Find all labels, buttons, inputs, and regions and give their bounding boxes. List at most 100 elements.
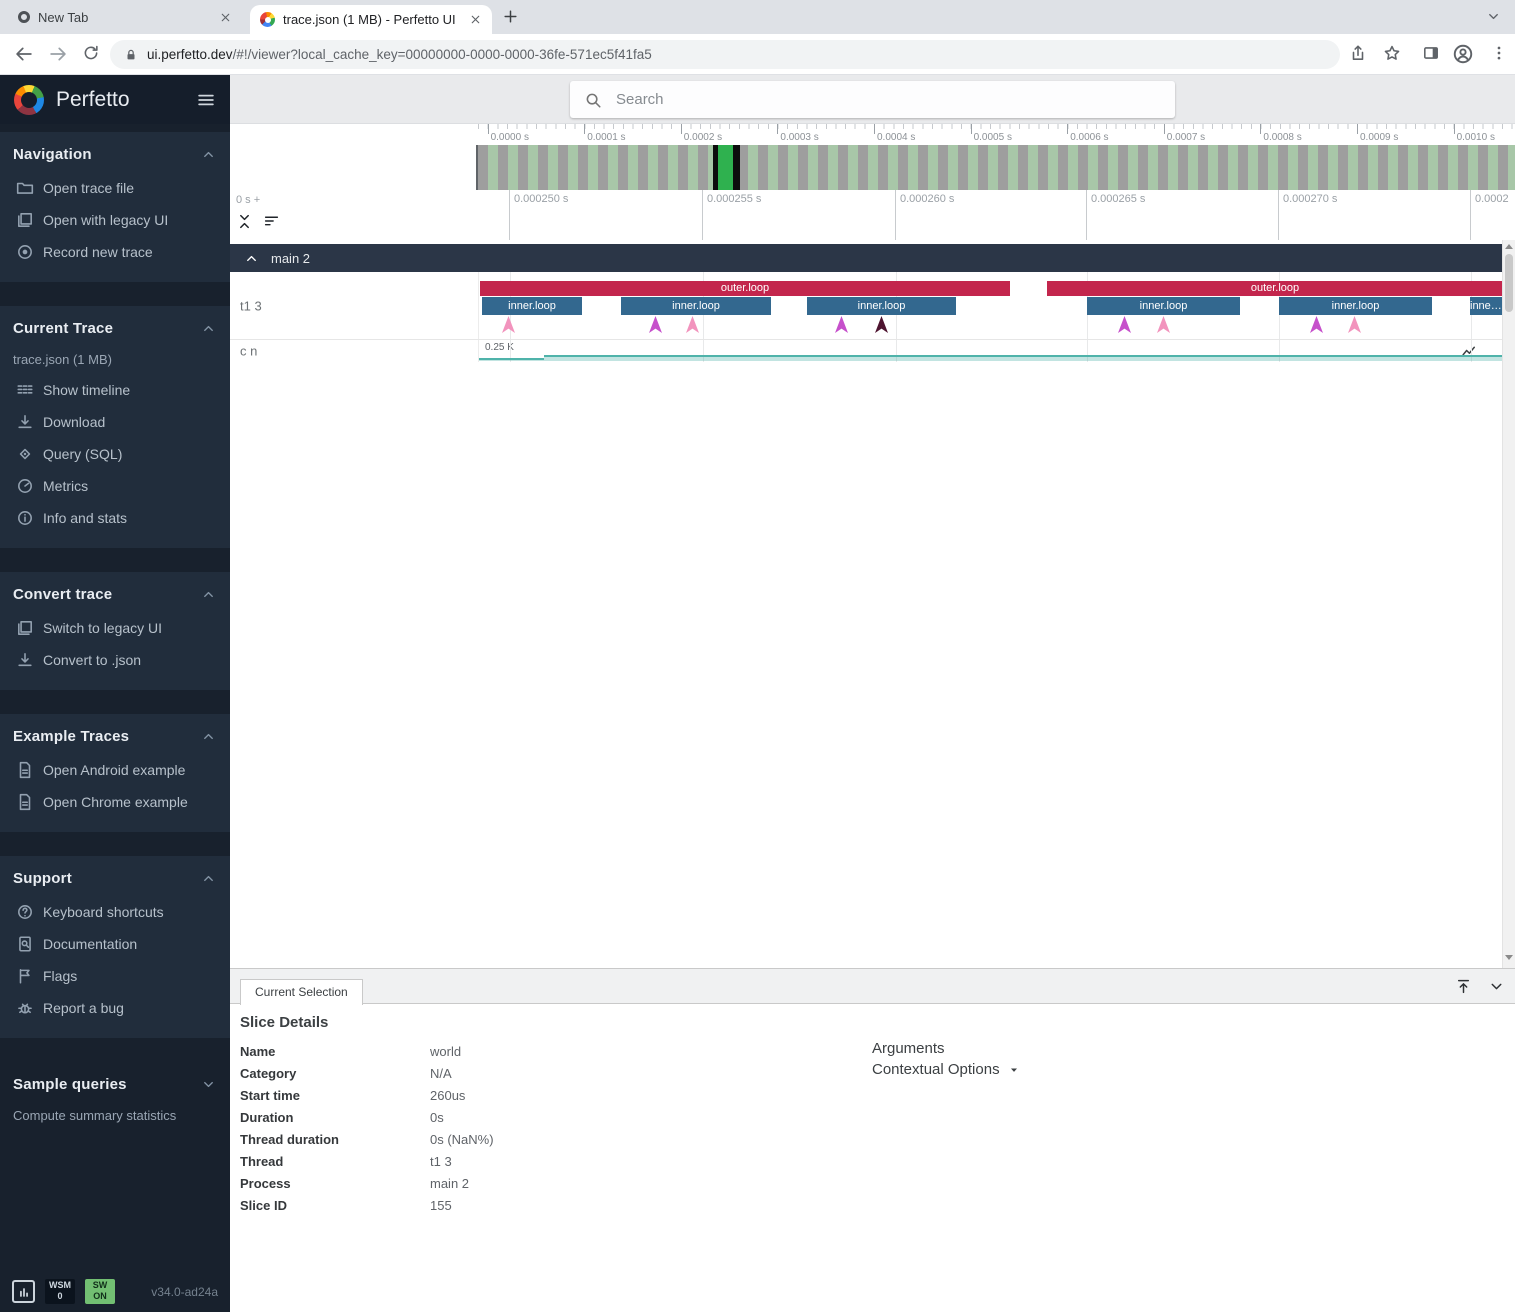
close-icon[interactable] [219,11,232,24]
sidebar-item-documentation[interactable]: Documentation [0,928,230,960]
tab-current-selection[interactable]: Current Selection [240,979,363,1005]
instant-marker-pink[interactable] [1157,316,1170,333]
chevron-down-icon[interactable] [201,1077,216,1092]
section-header-current-trace[interactable]: Current Trace [0,310,230,346]
kebab-menu-icon[interactable] [1490,44,1508,62]
sidebar-item-label: Info and stats [43,510,127,526]
minimap-selection[interactable] [713,145,740,190]
section-note[interactable]: Compute summary statistics [0,1102,230,1130]
instant-marker-pink[interactable] [1348,316,1361,333]
chevron-up-icon[interactable] [244,251,259,266]
sidebar-item-show-timeline[interactable]: Show timeline [0,374,230,406]
chevron-up-icon[interactable] [201,321,216,336]
refresh-icon[interactable] [82,44,100,62]
sidebar-item-metrics[interactable]: Metrics [0,470,230,502]
avatar-icon[interactable] [1452,43,1474,65]
sidebar-item-open-android-example[interactable]: Open Android example [0,754,230,786]
sidebar-item-keyboard-shortcuts[interactable]: Keyboard shortcuts [0,896,230,928]
slice-inner-loop[interactable]: inner.loop [482,297,582,315]
counter-segment[interactable] [544,355,1502,361]
scrollbar-up-icon[interactable] [1505,244,1513,249]
scroll-to-top-icon[interactable] [1455,978,1472,1000]
sidebar-item-report-a-bug[interactable]: Report a bug [0,992,230,1024]
collapse-panel-icon[interactable] [1488,978,1505,1000]
section-note[interactable]: trace.json (1 MB) [0,346,230,374]
slice-inner-loop[interactable]: inner.loop [1279,297,1432,315]
star-icon[interactable] [1383,44,1401,62]
timeline-minimap[interactable] [478,145,1515,190]
detail-row: Processmain 2 [240,1172,1515,1194]
chevron-up-icon[interactable] [201,729,216,744]
chevron-up-icon[interactable] [201,587,216,602]
new-tab-button[interactable] [502,8,519,25]
track-sort-icon[interactable] [263,213,280,235]
sidebar-item-record-new-trace[interactable]: Record new trace [0,236,230,268]
section-title: Convert trace [13,586,201,603]
instant-marker-selected[interactable] [875,316,888,333]
instant-marker-magenta[interactable] [1118,316,1131,333]
section-header-convert-trace[interactable]: Convert trace [0,576,230,612]
section-header-support[interactable]: Support [0,860,230,896]
side-panel-icon[interactable] [1422,44,1440,62]
thread-track-canvas[interactable]: outer.loopouter.loopinner.loopinner.loop… [478,272,1502,339]
section-header-sample-queries[interactable]: Sample queries [0,1066,230,1102]
back-icon[interactable] [14,44,34,64]
search-input[interactable] [616,91,1175,108]
time-labels-canvas: 0.000250 s0.000255 s0.000260 s0.000265 s… [478,190,1515,240]
chevron-up-icon[interactable] [201,871,216,886]
contextual-options-button[interactable]: Contextual Options [872,1061,1020,1078]
slice-outer-loop[interactable]: outer.loop [480,281,1010,296]
ruler-canvas: 0.0000 s0.0001 s0.0002 s0.0003 s0.0004 s… [478,124,1515,145]
bar-chart-icon[interactable] [12,1280,35,1303]
detail-label: Thread [240,1154,430,1169]
share-icon[interactable] [1349,44,1367,62]
instant-marker-pink[interactable] [502,316,515,333]
sidebar-item-info-and-stats[interactable]: Info and stats [0,502,230,534]
forward-icon[interactable] [48,44,68,64]
scrollbar-down-icon[interactable] [1505,955,1513,960]
close-icon[interactable] [469,13,482,26]
counter-track-canvas[interactable]: 0.25 K [478,340,1502,362]
sidebar-item-flags[interactable]: Flags [0,960,230,992]
sidebar-item-open-trace-file[interactable]: Open trace file [0,172,230,204]
time-gridline-label: 0.000250 s [514,193,568,205]
detail-row: Threadt1 3 [240,1150,1515,1172]
sidebar-item-label: Flags [43,968,77,984]
section-header-example-traces[interactable]: Example Traces [0,718,230,754]
slice-inner-loop[interactable]: inner.loop [807,297,956,315]
process-group-header[interactable]: main 2 [230,244,1502,272]
scrollbar-thumb[interactable] [1505,254,1513,312]
instant-marker-magenta[interactable] [835,316,848,333]
browser-tab-perfetto[interactable]: trace.json (1 MB) - Perfetto UI [250,5,492,34]
search-box[interactable] [570,81,1175,118]
slice-inner-loop[interactable]: inner.loop [1470,297,1502,315]
section-title: Support [13,870,201,887]
slice-inner-loop[interactable]: inner.loop [1087,297,1240,315]
counter-segment[interactable] [479,358,544,361]
query-icon [16,445,34,463]
instant-marker-pink[interactable] [686,316,699,333]
sidebar-item-convert-to-json[interactable]: Convert to .json [0,644,230,676]
sidebar-item-download[interactable]: Download [0,406,230,438]
chevron-up-icon[interactable] [201,147,216,162]
collapse-tracks-icon[interactable] [236,213,253,235]
sidebar-item-query-sql[interactable]: Query (SQL) [0,438,230,470]
sidebar-item-switch-to-legacy-ui[interactable]: Switch to legacy UI [0,612,230,644]
hamburger-menu-icon[interactable] [196,90,216,110]
browser-tab-new-tab[interactable]: New Tab [8,0,242,34]
sidebar-item-open-with-legacy-ui[interactable]: Open with legacy UI [0,204,230,236]
sidebar-footer: WSM0 SWON v34.0-ad24a [12,1279,218,1304]
sidebar-item-open-chrome-example[interactable]: Open Chrome example [0,786,230,818]
slice-outer-loop[interactable]: outer.loop [1047,281,1502,296]
tab-list-chevron-icon[interactable] [1486,9,1501,24]
tracks-scrollbar[interactable] [1502,240,1515,968]
url-bar[interactable]: ui.perfetto.dev/#!/viewer?local_cache_ke… [110,40,1340,69]
sidebar-item-label: Open Chrome example [43,794,188,810]
section-header-navigation[interactable]: Navigation [0,136,230,172]
section-title: Current Trace [13,320,201,337]
details-heading: Slice Details [240,1014,1515,1031]
sidebar-item-label: Documentation [43,936,137,952]
instant-marker-magenta[interactable] [1310,316,1323,333]
instant-marker-magenta[interactable] [649,316,662,333]
slice-inner-loop[interactable]: inner.loop [621,297,771,315]
